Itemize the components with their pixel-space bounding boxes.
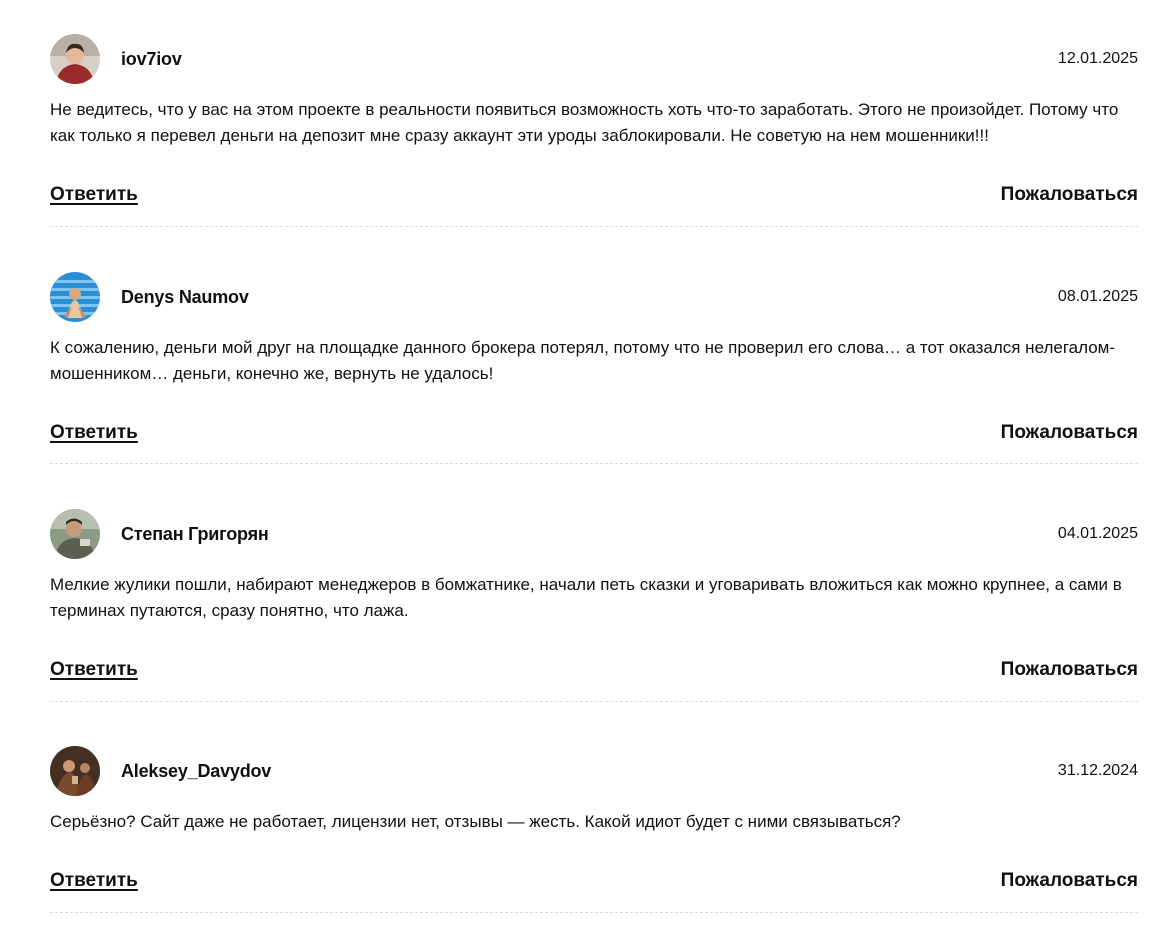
- comment-divider: [50, 912, 1138, 913]
- comments-list: iov7iov 12.01.2025 Не ведитесь, что у ва…: [0, 0, 1163, 928]
- reply-button[interactable]: Ответить: [50, 421, 138, 445]
- comment-header: Denys Naumov 08.01.2025: [50, 272, 1138, 322]
- report-button[interactable]: Пожаловаться: [1001, 658, 1138, 682]
- comment-divider: [50, 226, 1138, 227]
- comment-actions: Ответить Пожаловаться: [50, 183, 1138, 207]
- comment-actions: Ответить Пожаловаться: [50, 421, 1138, 445]
- comment-text: К сожалению, деньги мой друг на площадке…: [50, 338, 1116, 383]
- reply-button[interactable]: Ответить: [50, 658, 138, 682]
- comment-header: iov7iov 12.01.2025: [50, 34, 1138, 84]
- comment-date: 04.01.2025: [1057, 525, 1138, 542]
- comment-text: Мелкие жулики пошли, набирают менеджеров…: [50, 575, 1122, 620]
- avatar: [50, 272, 100, 322]
- comment-divider: [50, 463, 1138, 464]
- reply-button[interactable]: Ответить: [50, 183, 138, 207]
- report-button[interactable]: Пожаловаться: [1001, 421, 1138, 445]
- reply-button[interactable]: Ответить: [50, 869, 138, 893]
- comment-date: 31.12.2024: [1057, 762, 1138, 779]
- comment-actions: Ответить Пожаловаться: [50, 869, 1138, 893]
- author-name: Степан Григорян: [121, 524, 269, 544]
- comment-divider: [50, 701, 1138, 702]
- comment-text: Не ведитесь, что у вас на этом проекте в…: [50, 100, 1119, 145]
- comment-header: Степан Григорян 04.01.2025: [50, 509, 1138, 559]
- comment-date: 12.01.2025: [1057, 50, 1138, 67]
- avatar: [50, 746, 100, 796]
- comment-header: Aleksey_Davydov 31.12.2024: [50, 746, 1138, 796]
- report-button[interactable]: Пожаловаться: [1001, 183, 1138, 207]
- report-button[interactable]: Пожаловаться: [1001, 869, 1138, 893]
- author-name: Denys Naumov: [121, 287, 249, 307]
- author-name: iov7iov: [121, 49, 182, 69]
- avatar: [50, 509, 100, 559]
- avatar: [50, 34, 100, 84]
- comment-text: Серьёзно? Сайт даже не работает, лицензи…: [50, 812, 901, 831]
- comment-actions: Ответить Пожаловаться: [50, 658, 1138, 682]
- author-name: Aleksey_Davydov: [121, 761, 272, 781]
- comment-date: 08.01.2025: [1057, 288, 1138, 305]
